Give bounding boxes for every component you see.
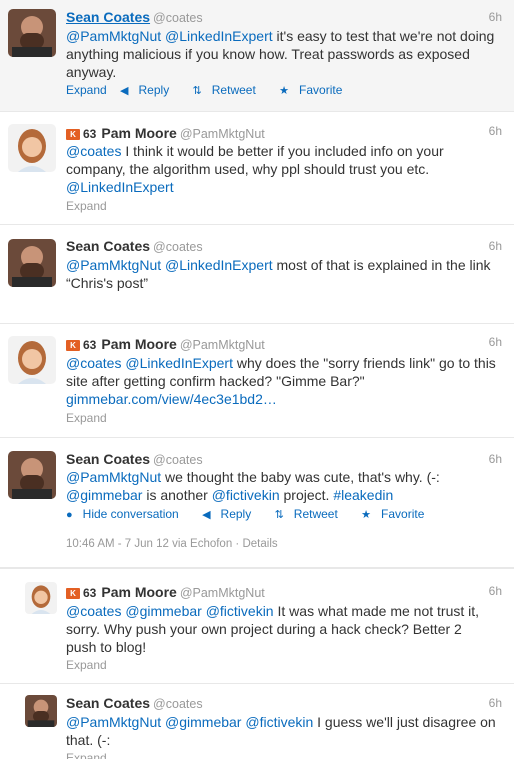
klout-icon: K [66,129,80,140]
tweet-time[interactable]: 6h [489,335,502,349]
mention-link[interactable]: @PamMktgNut [66,28,161,44]
avatar[interactable] [8,239,56,287]
tweet-item[interactable]: Sean Coates @coates 6h @PamMktgNut @Linke… [0,0,514,112]
mention-link[interactable]: @LinkedInExpert [165,257,273,273]
mention-link[interactable]: #leakedin [333,487,393,503]
favorite-button[interactable]: ★ Favorite [279,83,352,97]
author-handle[interactable]: @coates [153,11,203,25]
klout-icon: K [66,588,80,599]
mention-link[interactable]: @gimmebar [165,714,241,730]
meta-separator: · [235,538,240,550]
author-name[interactable]: Pam Moore [101,584,176,600]
mention-link[interactable]: @LinkedInExpert [66,179,174,195]
avatar[interactable] [8,9,56,57]
tweet-time[interactable]: 6h [489,584,502,598]
tweet-text-segment: project. [279,487,334,503]
hide-conversation-button[interactable]: ● Hide conversation [66,507,189,521]
tweet-timestamp[interactable]: 10:46 AM - 7 Jun 12 via Echofon [66,538,232,550]
details-link[interactable]: Details [242,538,277,550]
tweet-text: @PamMktgNut we thought the baby was cute… [66,468,476,504]
tweet-text-segment: we thought the baby was cute, that's why… [161,469,440,485]
author-name[interactable]: Pam Moore [101,125,176,141]
tweet-text: @PamMktgNut @gimmebar @fictivekin I gues… [66,713,496,749]
mention-link[interactable]: @coates [66,143,121,159]
tweet-item[interactable]: K 63 Pam Moore @PamMktgNut 6h @coates I thi… [0,112,514,225]
mention-link[interactable]: @gimmebar [66,487,142,503]
tweet-text: @PamMktgNut @LinkedInExpert most of that… [66,256,496,292]
tweet-item[interactable]: Sean Coates @coates 6h @PamMktgNut @Linke… [0,225,514,324]
mention-link[interactable]: @gimmebar [125,603,201,619]
author-handle[interactable]: @coates [153,240,203,254]
retweet-button[interactable]: ⇅ Retweet [193,83,266,97]
tweet-text-segment: I think it would be better if you includ… [66,143,444,177]
tweet-text-segment: is another [142,487,212,503]
tweet-time[interactable]: 6h [489,124,502,138]
mention-link[interactable]: @LinkedInExpert [125,355,233,371]
tweet-text: @coates I think it would be better if yo… [66,142,496,196]
tweet-time[interactable]: 6h [489,10,502,24]
avatar[interactable] [25,695,57,727]
expand-link[interactable]: Expand [66,83,107,97]
expand-link[interactable]: Expand [66,658,107,672]
reply-button[interactable]: ◀ Reply [202,507,261,521]
mention-link[interactable]: gimmebar.com/view/4ec3e1bd2… [66,391,277,407]
speech-bubble-icon: ● [66,509,73,521]
klout-score: 63 [83,586,97,600]
mention-link[interactable]: @fictivekin [212,487,280,503]
tweet-text: @coates @LinkedInExpert why does the "so… [66,354,496,408]
tweet-time[interactable]: 6h [489,696,502,710]
tweet-text: @coates @gimmebar @fictivekin It was wha… [66,602,496,656]
author-handle[interactable]: @PamMktgNut [180,338,265,352]
expand-link[interactable]: Expand [66,751,107,759]
reply-icon: ◀ [120,85,129,97]
mention-link[interactable]: @PamMktgNut [66,469,161,485]
retweet-icon: ⇅ [192,85,202,97]
retweet-icon: ⇅ [274,509,284,521]
tweet-time[interactable]: 6h [489,452,502,466]
avatar[interactable] [8,336,56,384]
tweet-item-expanded[interactable]: Sean Coates @coates 6h @PamMktgNut we tho… [0,438,514,568]
mention-link[interactable]: @fictivekin [245,714,313,730]
mention-link[interactable]: @PamMktgNut [66,257,161,273]
tweet-time[interactable]: 6h [489,239,502,253]
mention-link[interactable]: @coates [66,603,121,619]
mention-link[interactable]: @PamMktgNut [66,714,161,730]
author-name[interactable]: Sean Coates [66,695,150,711]
tweet-text: @PamMktgNut @LinkedInExpert it's easy to… [66,27,496,81]
mention-link[interactable]: @coates [66,355,121,371]
expand-link[interactable]: Expand [66,411,107,425]
avatar[interactable] [8,124,56,172]
expand-link[interactable]: Expand [66,199,107,213]
mention-link[interactable]: @fictivekin [206,603,274,619]
author-name[interactable]: Pam Moore [101,336,176,352]
author-name[interactable]: Sean Coates [66,9,150,25]
retweet-button[interactable]: ⇅ Retweet [275,507,348,521]
tweet-item-reply[interactable]: Sean Coates @coates 6h @PamMktgNut @gimme… [0,684,514,759]
author-handle[interactable]: @coates [153,697,203,711]
star-icon: ★ [279,85,290,97]
reply-button[interactable]: ◀ Reply [120,83,179,97]
mention-link[interactable]: @LinkedInExpert [165,28,273,44]
author-handle[interactable]: @coates [153,453,203,467]
star-icon: ★ [361,509,372,521]
tweet-item[interactable]: K 63 Pam Moore @PamMktgNut 6h @coates @Link… [0,324,514,438]
avatar[interactable] [8,451,56,499]
avatar[interactable] [25,582,57,614]
author-handle[interactable]: @PamMktgNut [180,586,265,600]
reply-icon: ◀ [202,509,211,521]
author-name[interactable]: Sean Coates [66,451,150,467]
author-handle[interactable]: @PamMktgNut [180,127,265,141]
klout-score: 63 [83,338,97,352]
author-name[interactable]: Sean Coates [66,238,150,254]
tweet-item-reply[interactable]: K 63 Pam Moore @PamMktgNut 6h @coates @gimm… [0,568,514,684]
klout-icon: K [66,340,80,351]
favorite-button[interactable]: ★ Favorite [361,507,434,521]
klout-score: 63 [83,127,97,141]
